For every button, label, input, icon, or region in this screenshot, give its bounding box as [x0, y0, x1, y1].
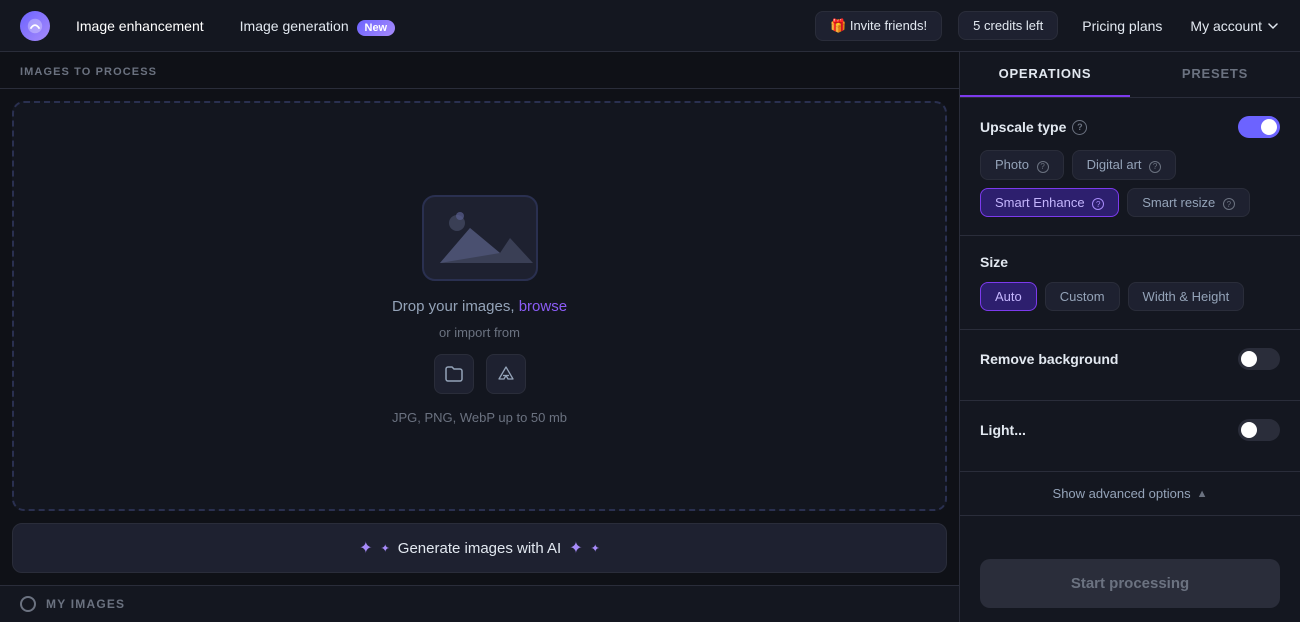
- main-layout: IMAGES TO PROCESS Drop your images, brow…: [0, 52, 1300, 622]
- generate-button[interactable]: ✦ ✦ Generate images with AI ✦ ✦: [12, 523, 947, 573]
- chip-width-height[interactable]: Width & Height: [1128, 282, 1245, 311]
- remove-bg-label: Remove background: [980, 351, 1118, 367]
- chip-auto[interactable]: Auto: [980, 282, 1037, 311]
- left-panel: IMAGES TO PROCESS Drop your images, brow…: [0, 52, 960, 622]
- my-images-bar[interactable]: MY IMAGES: [0, 585, 959, 622]
- sparkle-left-icon: ✦: [359, 538, 372, 558]
- nav-tab-enhancement[interactable]: Image enhancement: [62, 12, 218, 40]
- generate-label: Generate images with AI: [398, 540, 561, 557]
- chip-digital-art[interactable]: Digital art ?: [1072, 150, 1177, 180]
- upscale-row: Upscale type ?: [980, 116, 1280, 138]
- drop-area-icon: [415, 188, 545, 288]
- images-to-process-label: IMAGES TO PROCESS: [0, 52, 959, 89]
- advanced-options-label: Show advanced options: [1053, 486, 1191, 501]
- sparkle-right-icon: ✦: [569, 538, 582, 558]
- size-label: Size: [980, 254, 1280, 270]
- tab-operations[interactable]: OPERATIONS: [960, 52, 1130, 97]
- drop-area[interactable]: Drop your images, browse or import from: [12, 101, 947, 511]
- size-section: Size Auto Custom Width & Height: [960, 236, 1300, 330]
- chip-photo[interactable]: Photo ?: [980, 150, 1064, 180]
- chip-smart-resize[interactable]: Smart resize ?: [1127, 188, 1250, 218]
- folder-import-button[interactable]: [434, 354, 474, 394]
- size-chip-group: Auto Custom Width & Height: [980, 282, 1280, 311]
- topnav: Image enhancement Image generation New 🎁…: [0, 0, 1300, 52]
- new-badge: New: [357, 20, 396, 36]
- options-body: Upscale type ? Photo ? Digital art ?: [960, 98, 1300, 545]
- right-panel: OPERATIONS PRESETS Upscale type ? Photo …: [960, 52, 1300, 622]
- credits-button[interactable]: 5 credits left: [958, 11, 1058, 40]
- import-text: or import from: [439, 325, 520, 340]
- sparkle-left2-icon: ✦: [381, 542, 390, 555]
- account-label: My account: [1190, 18, 1262, 34]
- nav-tab-generation[interactable]: Image generation New: [226, 12, 409, 40]
- chevron-down-icon: [1266, 19, 1280, 33]
- remove-bg-toggle[interactable]: [1238, 348, 1280, 370]
- remove-background-section: Remove background: [960, 330, 1300, 401]
- sparkle-right2-icon: ✦: [591, 542, 600, 555]
- format-text: JPG, PNG, WebP up to 50 mb: [392, 410, 567, 425]
- nav-tab-generation-label: Image generation: [240, 18, 349, 34]
- upscale-chip-group: Photo ? Digital art ? Smart Enhance ? Sm…: [980, 150, 1280, 217]
- invite-button[interactable]: 🎁 Invite friends!: [815, 11, 942, 41]
- chip-smart-enhance[interactable]: Smart Enhance ?: [980, 188, 1119, 218]
- upscale-section: Upscale type ? Photo ? Digital art ?: [960, 98, 1300, 236]
- import-icons: [434, 354, 526, 394]
- light-section: Light...: [960, 401, 1300, 472]
- browse-link[interactable]: browse: [519, 298, 567, 315]
- my-images-dot: [20, 596, 36, 612]
- advanced-options-row[interactable]: Show advanced options ▲: [960, 472, 1300, 516]
- pricing-link[interactable]: Pricing plans: [1082, 18, 1162, 34]
- chevron-up-icon: ▲: [1197, 488, 1208, 500]
- light-label: Light...: [980, 422, 1026, 438]
- upscale-info-icon[interactable]: ?: [1072, 120, 1087, 135]
- logo-icon: [20, 11, 50, 41]
- panel-tabs: OPERATIONS PRESETS: [960, 52, 1300, 98]
- upscale-toggle[interactable]: [1238, 116, 1280, 138]
- start-processing-button[interactable]: Start processing: [980, 559, 1280, 608]
- account-button[interactable]: My account: [1190, 18, 1280, 34]
- light-row: Light...: [980, 419, 1280, 441]
- my-images-label: MY IMAGES: [46, 597, 125, 611]
- upscale-label: Upscale type ?: [980, 119, 1087, 135]
- chip-custom[interactable]: Custom: [1045, 282, 1120, 311]
- drive-import-button[interactable]: [486, 354, 526, 394]
- tab-presets[interactable]: PRESETS: [1130, 52, 1300, 97]
- remove-bg-row: Remove background: [980, 348, 1280, 370]
- light-toggle[interactable]: [1238, 419, 1280, 441]
- drop-text: Drop your images, browse: [392, 298, 567, 315]
